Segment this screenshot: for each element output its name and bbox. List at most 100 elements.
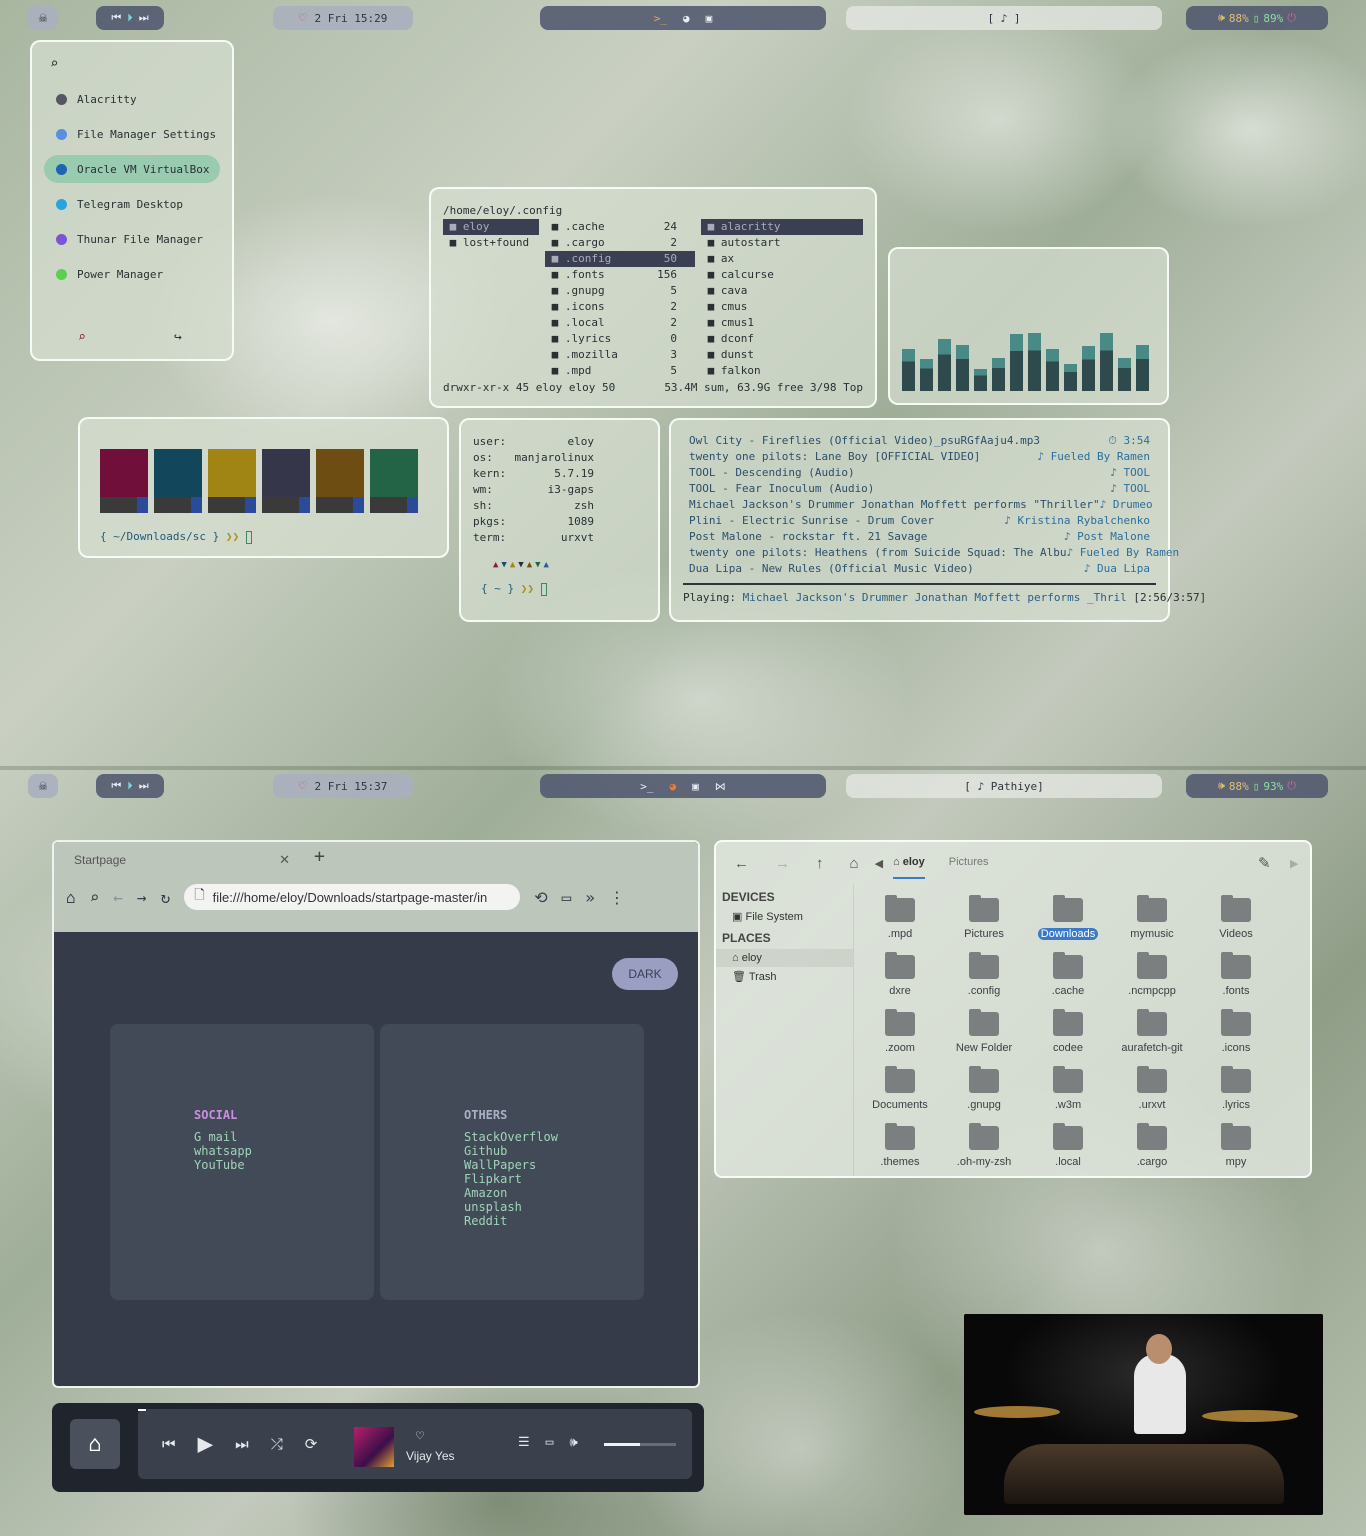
- url-bar[interactable]: 🗋 file:///home/eloy/Downloads/startpage-…: [184, 884, 521, 910]
- ranger-entry[interactable]: ■ autostart: [701, 235, 863, 251]
- previous-icon[interactable]: ⏮: [162, 1435, 176, 1453]
- previous-icon[interactable]: ⏮: [111, 779, 121, 793]
- startpage-link[interactable]: G mail: [194, 1130, 374, 1144]
- container-icon[interactable]: ▭: [562, 888, 572, 907]
- repeat-icon[interactable]: ⟳: [305, 1435, 318, 1453]
- file-item[interactable]: .config: [942, 952, 1026, 1010]
- history-icon[interactable]: ⟲: [534, 888, 547, 907]
- volume-icon[interactable]: 🕪: [1218, 779, 1225, 793]
- playlist-row[interactable]: Plini - Electric Sunrise - Drum Cover ♪ K…: [689, 513, 1150, 529]
- file-item[interactable]: .icons: [1194, 1009, 1278, 1067]
- previous-icon[interactable]: ⏮: [111, 11, 121, 25]
- startpage-link[interactable]: Amazon: [464, 1186, 644, 1200]
- crumb-eloy[interactable]: ⌂ eloy: [893, 856, 925, 879]
- file-item[interactable]: .ncmpcpp: [1110, 952, 1194, 1010]
- volume-icon[interactable]: 🕪: [1218, 11, 1225, 25]
- app-item[interactable]: Thunar File Manager: [44, 225, 220, 253]
- search-footer-icon[interactable]: ⌕: [78, 330, 86, 345]
- devices-icon[interactable]: ▭: [546, 1435, 554, 1450]
- volume-slider[interactable]: [604, 1443, 676, 1446]
- file-item[interactable]: .cache: [1026, 952, 1110, 1010]
- file-item[interactable]: .urxvt: [1110, 1066, 1194, 1124]
- image-viewer-icon[interactable]: ▣: [692, 780, 699, 793]
- vscode-icon[interactable]: ⋈: [715, 780, 726, 793]
- image-viewer-icon[interactable]: ▣: [706, 12, 713, 25]
- file-item[interactable]: New Folder: [942, 1009, 1026, 1067]
- ranger-entry[interactable]: ■ falkon: [701, 363, 863, 379]
- next-icon[interactable]: ⏭: [235, 1435, 249, 1453]
- ranger-entry[interactable]: ■ .local 2: [545, 315, 695, 331]
- ranger-entry[interactable]: ■ cava: [701, 283, 863, 299]
- playlist-row[interactable]: Owl City - Fireflies (Official Video)_ps…: [689, 433, 1150, 449]
- startpage-link[interactable]: Flipkart: [464, 1172, 644, 1186]
- startpage-link[interactable]: unsplash: [464, 1200, 644, 1214]
- like-icon[interactable]: ♡: [416, 1429, 424, 1444]
- sidebar-item-trash[interactable]: 🗑 Trash: [716, 967, 853, 983]
- ranger-entry[interactable]: ■ alacritty: [701, 219, 863, 235]
- shuffle-icon[interactable]: ⤮: [271, 1435, 283, 1453]
- ranger-entry[interactable]: ■ .mpd 5: [545, 363, 695, 379]
- search-icon[interactable]: ⌕: [90, 888, 100, 907]
- app-item[interactable]: Alacritty: [44, 85, 220, 113]
- file-item[interactable]: Downloads: [1026, 895, 1110, 953]
- seek-bar[interactable]: [138, 1409, 146, 1411]
- next-icon[interactable]: ⏭: [139, 779, 149, 793]
- file-item[interactable]: .oh-my-zsh: [942, 1123, 1026, 1176]
- next-icon[interactable]: ⏭: [139, 11, 149, 25]
- terminal-icon[interactable]: >_: [640, 780, 653, 793]
- play-icon[interactable]: ⏵: [127, 779, 133, 793]
- play-icon[interactable]: ⏵: [127, 11, 133, 25]
- ranger-entry[interactable]: ■ .cache 24: [545, 219, 695, 235]
- breadcrumb-right-icon[interactable]: ▶: [1290, 857, 1298, 870]
- startpage-link[interactable]: whatsapp: [194, 1144, 374, 1158]
- queue-icon[interactable]: ☰: [518, 1435, 530, 1450]
- file-item[interactable]: Documents: [858, 1066, 942, 1124]
- playlist-row[interactable]: twenty one pilots: Lane Boy [OFFICIAL VI…: [689, 449, 1150, 465]
- file-item[interactable]: .themes: [858, 1123, 942, 1176]
- home-button[interactable]: ⌂: [70, 1419, 120, 1469]
- ranger-entry[interactable]: ■ .cargo 2: [545, 235, 695, 251]
- crumb-pictures[interactable]: Pictures: [949, 856, 989, 879]
- home-icon[interactable]: ⌂: [850, 855, 859, 872]
- file-item[interactable]: .local: [1026, 1123, 1110, 1176]
- ranger-entry[interactable]: ■ .fonts 156: [545, 267, 695, 283]
- ranger-entry[interactable]: ■ .config 50: [545, 251, 695, 267]
- ranger-entry[interactable]: ■ dunst: [701, 347, 863, 363]
- startpage-link[interactable]: Github: [464, 1144, 644, 1158]
- ranger-entry[interactable]: ■ .icons 2: [545, 299, 695, 315]
- play-icon[interactable]: ▶: [198, 1429, 214, 1459]
- sidebar-item-home[interactable]: ⌂ eloy: [716, 949, 853, 967]
- firefox-icon[interactable]: ◕: [670, 780, 677, 793]
- app-item[interactable]: Power Manager: [44, 260, 220, 288]
- ranger-entry[interactable]: ■ ax: [701, 251, 863, 267]
- ranger-entry[interactable]: ■ dconf: [701, 331, 863, 347]
- startpage-link[interactable]: StackOverflow: [464, 1130, 644, 1144]
- playlist-row[interactable]: TOOL - Descending (Audio) ♪ TOOL: [689, 465, 1150, 481]
- ranger-entry[interactable]: ■ eloy: [443, 219, 539, 235]
- file-item[interactable]: .fonts: [1194, 952, 1278, 1010]
- dark-toggle-button[interactable]: DARK: [612, 958, 678, 990]
- playlist-row[interactable]: Michael Jackson's Drummer Jonathan Moffe…: [689, 497, 1153, 513]
- app-item[interactable]: Telegram Desktop: [44, 190, 220, 218]
- tab-startpage[interactable]: Startpage ✕: [62, 846, 298, 874]
- overflow-icon[interactable]: »: [585, 888, 595, 907]
- reload-icon[interactable]: ↻: [161, 888, 171, 907]
- file-item[interactable]: dxre: [858, 952, 942, 1010]
- file-item[interactable]: .w3m: [1026, 1066, 1110, 1124]
- playlist-row[interactable]: TOOL - Fear Inoculum (Audio) ♪ TOOL: [689, 481, 1150, 497]
- ranger-entry[interactable]: ■ cmus1: [701, 315, 863, 331]
- edit-icon[interactable]: ✎: [1258, 854, 1271, 872]
- ranger-entry[interactable]: ■ .mozilla 3: [545, 347, 695, 363]
- file-item[interactable]: .lyrics: [1194, 1066, 1278, 1124]
- home-icon[interactable]: ⌂: [66, 888, 76, 907]
- power-menu-button[interactable]: ☠: [28, 6, 58, 30]
- startpage-link[interactable]: YouTube: [194, 1158, 374, 1172]
- sidebar-item-filesystem[interactable]: ▣ File System: [716, 904, 853, 923]
- playlist-row[interactable]: Dua Lipa - New Rules (Official Music Vid…: [689, 561, 1150, 577]
- power-menu-button[interactable]: ☠: [28, 774, 58, 798]
- app-item[interactable]: Oracle VM VirtualBox: [44, 155, 220, 183]
- ranger-entry[interactable]: ■ .lyrics 0: [545, 331, 695, 347]
- file-item[interactable]: mymusic: [1110, 895, 1194, 953]
- speaker-icon[interactable]: 🕪: [569, 1435, 577, 1450]
- menu-icon[interactable]: ⋮: [609, 888, 625, 907]
